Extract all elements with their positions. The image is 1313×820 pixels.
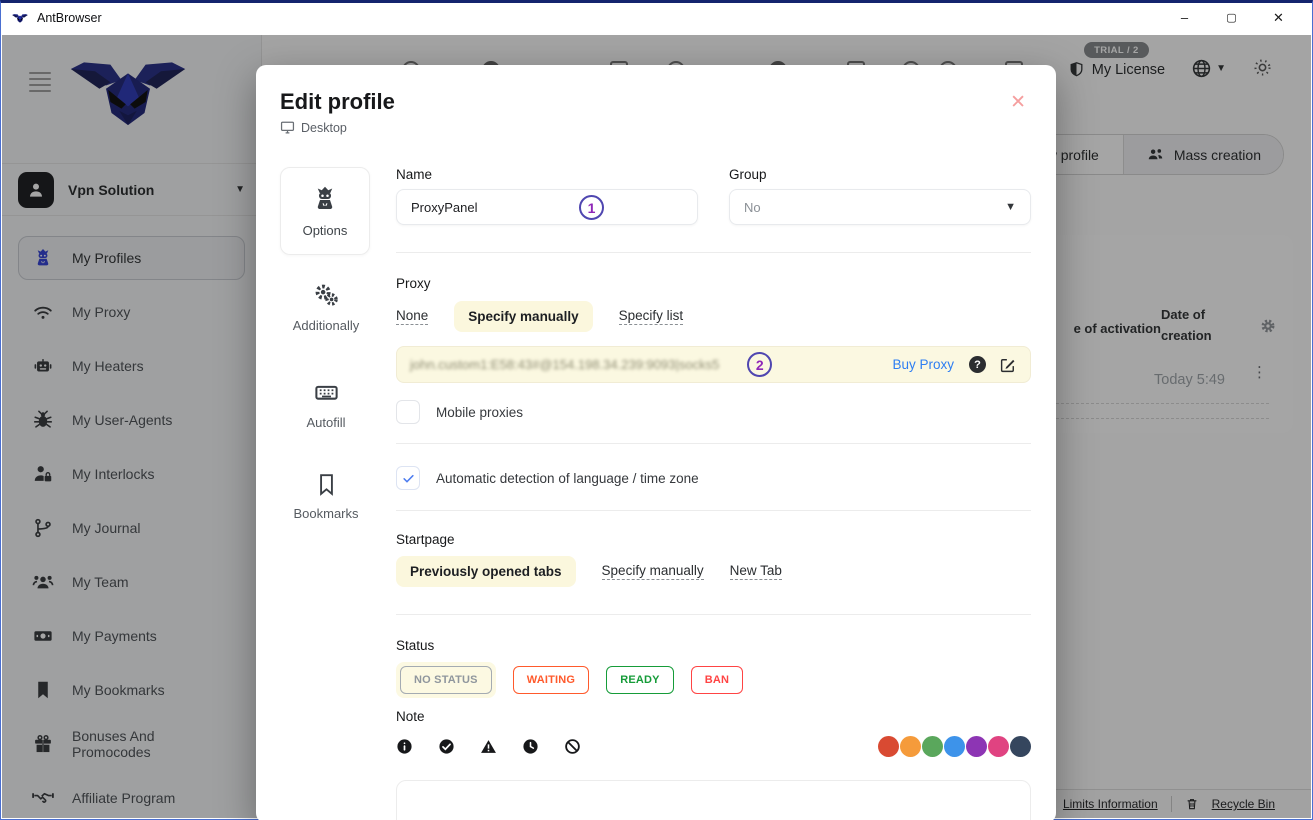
divider xyxy=(396,510,1031,511)
color-dot-navy[interactable] xyxy=(1010,736,1031,757)
color-dot-blue[interactable] xyxy=(944,736,965,757)
clock-circle-icon[interactable] xyxy=(522,738,539,755)
proxy-help-icon[interactable]: ? xyxy=(969,356,986,373)
group-value: No xyxy=(744,200,761,215)
group-label: Group xyxy=(729,167,1031,183)
note-textarea[interactable] xyxy=(396,780,1031,820)
tab-label: Options xyxy=(303,223,348,238)
keyboard-icon xyxy=(313,379,340,406)
close-modal-icon[interactable]: ✕ xyxy=(1010,93,1026,112)
window-controls: – ▢ ✕ xyxy=(1161,3,1302,32)
group-select[interactable]: No ▼ xyxy=(729,189,1031,225)
tab-autofill[interactable]: Autofill xyxy=(280,379,372,430)
tab-label: Autofill xyxy=(306,415,345,430)
proxy-mode-tabs: None Specify manually Specify list xyxy=(396,301,1031,332)
bookmark-outline-icon xyxy=(314,472,339,497)
startpage-tabs: Previously opened tabs Specify manually … xyxy=(396,556,1031,587)
status-no-status-selected: NO STATUS xyxy=(396,662,496,698)
tab-label: Bookmarks xyxy=(293,506,358,521)
proxy-tab-specify-manually[interactable]: Specify manually xyxy=(454,301,592,332)
minimize-button[interactable]: – xyxy=(1161,3,1208,32)
note-label: Note xyxy=(396,709,1031,725)
proxy-tab-none[interactable]: None xyxy=(396,308,428,325)
check-icon xyxy=(401,471,416,486)
tab-options[interactable]: Options xyxy=(280,167,370,255)
gears-icon xyxy=(313,282,340,309)
divider xyxy=(396,614,1031,615)
status-ready-button[interactable]: READY xyxy=(606,666,674,694)
pencil-square-icon xyxy=(999,356,1017,374)
status-no-status-button[interactable]: NO STATUS xyxy=(400,666,492,694)
modal-title: Edit profile xyxy=(280,89,1031,115)
name-input[interactable]: ProxyPanel 1 xyxy=(396,189,698,225)
color-dot-green[interactable] xyxy=(922,736,943,757)
ant-icon xyxy=(310,184,340,214)
status-label: Status xyxy=(396,638,1031,654)
auto-detect-row: Automatic detection of language / time z… xyxy=(396,466,1031,490)
note-color-palette xyxy=(878,736,1031,757)
divider xyxy=(396,252,1031,253)
modal-tabs: Options Additionally Autofill Bookmarks xyxy=(280,167,372,820)
status-ban-button[interactable]: BAN xyxy=(691,666,743,694)
modal-subtitle: Desktop xyxy=(280,120,1031,135)
startpage-tab-new-tab[interactable]: New Tab xyxy=(730,563,782,580)
maximize-button[interactable]: ▢ xyxy=(1208,3,1255,32)
app-title: AntBrowser xyxy=(37,11,102,25)
note-toolbar xyxy=(396,736,1031,757)
status-buttons: NO STATUS WAITING READY BAN xyxy=(396,662,1031,698)
edit-profile-modal: ✕ Edit profile Desktop Options Additiona… xyxy=(256,65,1056,820)
auto-detect-checkbox[interactable] xyxy=(396,466,420,490)
proxy-edit-icon[interactable] xyxy=(999,356,1017,374)
platform-label: Desktop xyxy=(301,121,347,135)
color-dot-pink[interactable] xyxy=(988,736,1009,757)
color-dot-red[interactable] xyxy=(878,736,899,757)
mobile-proxies-row: Mobile proxies xyxy=(396,400,1031,424)
name-value: ProxyPanel xyxy=(411,200,477,215)
titlebar: AntBrowser – ▢ ✕ xyxy=(1,3,1312,32)
monitor-icon xyxy=(280,120,295,135)
startpage-tab-specify-manually[interactable]: Specify manually xyxy=(602,563,704,580)
annotation-1-badge: 1 xyxy=(579,195,604,220)
app-window: AntBrowser – ▢ ✕ Vpn Solution ▼ xyxy=(0,0,1313,820)
startpage-label: Startpage xyxy=(396,532,1031,548)
tab-additionally[interactable]: Additionally xyxy=(280,282,372,333)
auto-detect-label: Automatic detection of language / time z… xyxy=(436,471,699,486)
app-logo-icon xyxy=(11,12,29,24)
ban-circle-icon[interactable] xyxy=(564,738,581,755)
warning-triangle-icon[interactable] xyxy=(480,738,497,755)
mobile-proxies-checkbox[interactable] xyxy=(396,400,420,424)
color-dot-orange[interactable] xyxy=(900,736,921,757)
chevron-down-icon: ▼ xyxy=(1005,201,1016,213)
color-dot-purple[interactable] xyxy=(966,736,987,757)
divider xyxy=(396,443,1031,444)
proxy-label: Proxy xyxy=(396,276,1031,292)
startpage-tab-previous[interactable]: Previously opened tabs xyxy=(396,556,576,587)
name-label: Name xyxy=(396,167,698,183)
mobile-proxies-label: Mobile proxies xyxy=(436,405,523,420)
close-window-button[interactable]: ✕ xyxy=(1255,3,1302,32)
tab-bookmarks[interactable]: Bookmarks xyxy=(280,472,372,521)
info-circle-icon[interactable] xyxy=(396,738,413,755)
annotation-2-badge: 2 xyxy=(747,352,772,377)
tab-label: Additionally xyxy=(293,318,360,333)
buy-proxy-link[interactable]: Buy Proxy xyxy=(892,357,954,372)
proxy-tab-specify-list[interactable]: Specify list xyxy=(619,308,684,325)
proxy-value-blurred: john.custom1:E58:43#@154.198.34.239:9093… xyxy=(410,357,719,372)
profile-form: Name ProxyPanel 1 Group No ▼ xyxy=(396,167,1031,820)
check-circle-icon[interactable] xyxy=(438,738,455,755)
status-waiting-button[interactable]: WAITING xyxy=(513,666,589,694)
proxy-input[interactable]: john.custom1:E58:43#@154.198.34.239:9093… xyxy=(396,346,1031,383)
